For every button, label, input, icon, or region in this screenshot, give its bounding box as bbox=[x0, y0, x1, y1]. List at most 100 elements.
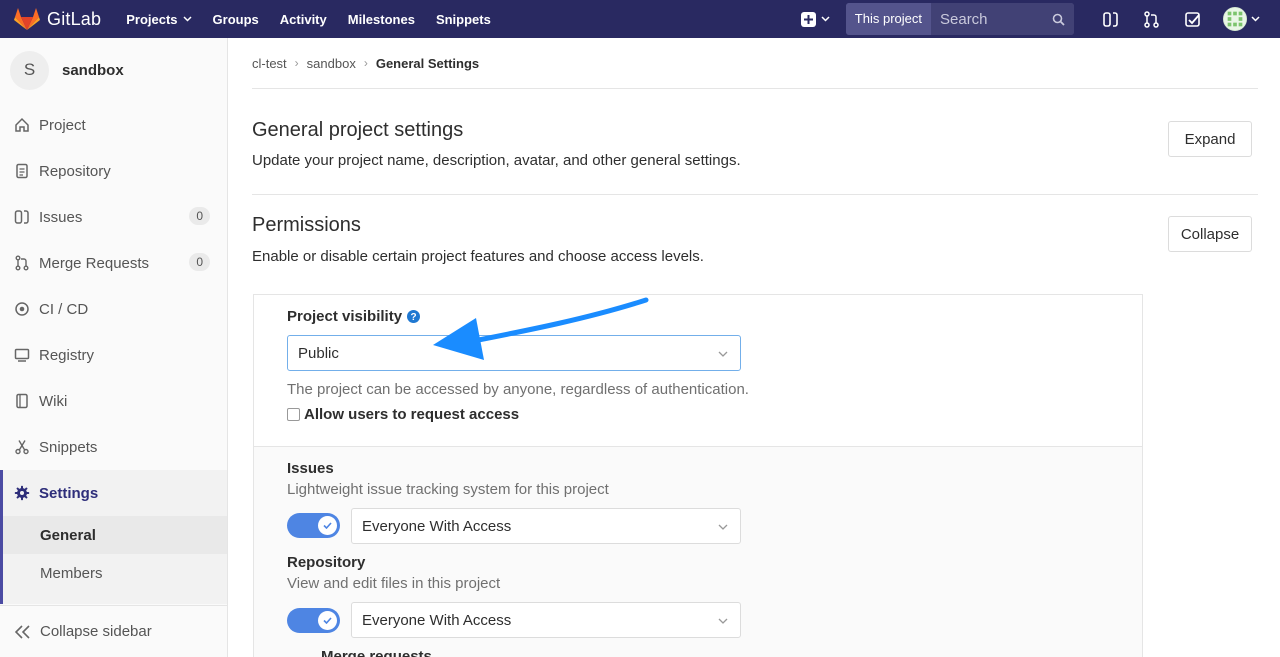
permissions-panel: Project visibility ? Public The project … bbox=[253, 294, 1143, 657]
project-avatar: S bbox=[10, 50, 49, 90]
repository-access-value: Everyone With Access bbox=[362, 611, 512, 629]
visibility-section: Project visibility ? Public The project … bbox=[254, 295, 1142, 446]
rocket-icon bbox=[15, 302, 29, 316]
toggle-knob bbox=[318, 611, 337, 630]
chevron-down-icon bbox=[718, 524, 728, 530]
todo-check-icon[interactable] bbox=[1184, 11, 1201, 28]
new-dropdown-button[interactable] bbox=[800, 11, 830, 27]
gitlab-home-link[interactable]: GitLab bbox=[14, 0, 101, 38]
scissors-icon bbox=[15, 440, 29, 455]
search-scope-badge[interactable]: This project bbox=[845, 3, 931, 35]
gitlab-logo-icon bbox=[14, 8, 40, 30]
merge-requests-feature-label: Merge requests bbox=[321, 648, 432, 657]
chevron-down-icon bbox=[1251, 16, 1260, 22]
visibility-label: Project visibility ? bbox=[287, 308, 421, 325]
merge-request-icon bbox=[15, 255, 29, 271]
project-name: sandbox bbox=[62, 61, 124, 79]
sidebar-item-label: Issues bbox=[39, 208, 83, 226]
search-placeholder: Search bbox=[940, 10, 988, 28]
issues-access-select[interactable]: Everyone With Access bbox=[351, 508, 741, 544]
visibility-label-text: Project visibility bbox=[287, 308, 403, 325]
visibility-select[interactable]: Public bbox=[287, 335, 741, 371]
sidebar-item-settings[interactable]: Settings bbox=[0, 470, 227, 516]
collapse-button[interactable]: Collapse bbox=[1168, 216, 1252, 252]
issues-count-badge: 0 bbox=[189, 207, 210, 225]
project-sidebar: S sandbox Project Repository Issues 0 Me… bbox=[0, 38, 228, 657]
chevron-down-icon bbox=[183, 16, 192, 22]
issues-feature-hint: Lightweight issue tracking system for th… bbox=[287, 481, 609, 498]
sidebar-item-label: Registry bbox=[39, 346, 95, 364]
sidebar-project-header[interactable]: S sandbox bbox=[0, 38, 227, 102]
visibility-hint: The project can be accessed by anyone, r… bbox=[287, 381, 749, 398]
search-icon bbox=[1052, 13, 1065, 26]
sidebar-item-label: Wiki bbox=[39, 392, 68, 410]
issues-access-value: Everyone With Access bbox=[362, 517, 512, 535]
permissions-title: Permissions bbox=[252, 214, 361, 236]
sidebar-item-label: Settings bbox=[39, 484, 99, 502]
expand-button[interactable]: Expand bbox=[1168, 121, 1252, 157]
sidebar-item-label: Repository bbox=[39, 162, 111, 180]
breadcrumb-item[interactable]: sandbox bbox=[307, 56, 356, 71]
nav-projects[interactable]: Projects bbox=[126, 11, 192, 27]
repository-toggle[interactable] bbox=[287, 608, 340, 633]
merge-requests-count-badge: 0 bbox=[189, 253, 210, 271]
nav-groups[interactable]: Groups bbox=[213, 12, 259, 27]
repository-access-select[interactable]: Everyone With Access bbox=[351, 602, 741, 638]
sidebar-item-label: Merge Requests bbox=[39, 254, 150, 272]
section-divider bbox=[252, 194, 1258, 195]
breadcrumb: cl-test › sandbox › General Settings bbox=[252, 38, 1258, 89]
breadcrumb-separator-icon: › bbox=[363, 56, 368, 70]
general-settings-title: General project settings bbox=[252, 119, 464, 141]
brand-name: GitLab bbox=[47, 8, 102, 29]
collapse-sidebar-button[interactable]: Collapse sidebar bbox=[0, 605, 227, 657]
home-icon bbox=[15, 117, 29, 132]
issues-toggle[interactable] bbox=[287, 513, 340, 538]
breadcrumb-item[interactable]: cl-test bbox=[252, 56, 287, 71]
chevron-down-icon bbox=[718, 618, 728, 624]
chevron-down-icon bbox=[821, 16, 830, 22]
double-chevron-left-icon bbox=[15, 624, 30, 639]
merge-request-icon[interactable] bbox=[1143, 10, 1160, 28]
issues-icon[interactable] bbox=[1102, 11, 1119, 28]
search-box: This project Search bbox=[845, 3, 1074, 35]
nav-projects-label: Projects bbox=[126, 11, 178, 27]
repository-feature-hint: View and edit files in this project bbox=[287, 575, 501, 592]
sidebar-item-ci-cd[interactable]: CI / CD bbox=[0, 286, 227, 332]
request-access-label[interactable]: Allow users to request access bbox=[304, 406, 519, 423]
sidebar-item-snippets[interactable]: Snippets bbox=[0, 424, 227, 470]
gear-icon bbox=[14, 485, 30, 501]
sidebar-item-project[interactable]: Project bbox=[0, 102, 227, 148]
features-section: Issues Lightweight issue tracking system… bbox=[254, 446, 1142, 657]
top-navbar: GitLab Projects Groups Activity Mileston… bbox=[0, 0, 1280, 38]
sidebar-subitem-general[interactable]: General bbox=[0, 516, 227, 554]
general-settings-description: Update your project name, description, a… bbox=[252, 152, 741, 169]
monitor-icon bbox=[14, 348, 30, 362]
user-menu[interactable] bbox=[1223, 7, 1260, 31]
sidebar-item-repository[interactable]: Repository bbox=[0, 148, 227, 194]
nav-snippets[interactable]: Snippets bbox=[436, 12, 491, 27]
repository-feature-label: Repository bbox=[287, 554, 366, 571]
breadcrumb-separator-icon: › bbox=[294, 56, 299, 70]
request-access-checkbox[interactable] bbox=[287, 408, 300, 421]
plus-square-icon bbox=[800, 11, 816, 27]
sidebar-item-merge-requests[interactable]: Merge Requests 0 bbox=[0, 240, 227, 286]
request-access-row: Allow users to request access bbox=[287, 406, 519, 423]
sidebar-item-label: CI / CD bbox=[39, 300, 89, 318]
question-circle-icon[interactable]: ? bbox=[407, 310, 421, 323]
visibility-select-value: Public bbox=[298, 344, 339, 362]
sidebar-item-label: Snippets bbox=[39, 438, 98, 456]
issues-icon bbox=[14, 210, 29, 224]
breadcrumb-current[interactable]: General Settings bbox=[376, 56, 479, 71]
chevron-down-icon bbox=[718, 351, 728, 357]
sidebar-item-wiki[interactable]: Wiki bbox=[0, 378, 227, 424]
document-icon bbox=[16, 163, 28, 179]
sidebar-subitem-members[interactable]: Members bbox=[0, 554, 227, 592]
sidebar-item-issues[interactable]: Issues 0 bbox=[0, 194, 227, 240]
sidebar-item-label: Project bbox=[39, 116, 86, 134]
sidebar-submenu-padding bbox=[0, 592, 227, 604]
search-input[interactable]: Search bbox=[931, 3, 1074, 35]
toggle-knob bbox=[318, 516, 337, 535]
nav-milestones[interactable]: Milestones bbox=[348, 12, 415, 27]
nav-activity[interactable]: Activity bbox=[280, 12, 327, 27]
sidebar-item-registry[interactable]: Registry bbox=[0, 332, 227, 378]
